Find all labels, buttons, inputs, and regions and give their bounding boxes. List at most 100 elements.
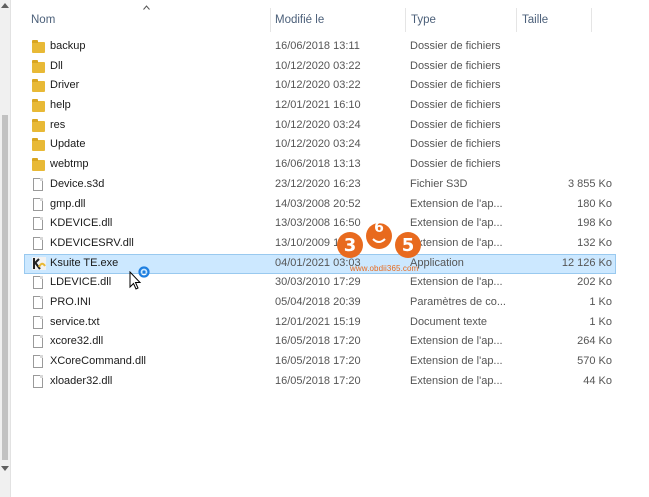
file-name[interactable]: PRO.INI xyxy=(50,293,91,312)
file-icon xyxy=(33,295,43,309)
file-modified: 14/03/2008 20:52 xyxy=(275,197,361,210)
file-icon xyxy=(33,355,43,368)
column-separator[interactable] xyxy=(405,8,406,32)
file-name[interactable]: Device.s3d xyxy=(50,175,104,194)
file-icon xyxy=(33,315,43,329)
file-name[interactable]: backup xyxy=(50,37,85,56)
file-row[interactable]: gmp.dll 14/03/2008 20:52 Extension de l'ap… xyxy=(24,195,616,215)
file-type-icon xyxy=(32,354,46,368)
file-type: Fichier S3D xyxy=(410,177,468,190)
file-row[interactable]: KDEVICE.dll 13/03/2008 16:50 Extension de … xyxy=(24,214,616,234)
file-type-icon xyxy=(32,216,46,231)
file-type: Extension de l'ap... xyxy=(410,374,503,387)
file-name[interactable]: Ksuite TE.exe xyxy=(50,254,118,273)
file-type: Extension de l'ap... xyxy=(410,335,503,348)
file-row[interactable]: xloader32.dll 16/05/2018 17:20 Extension d… xyxy=(24,372,616,392)
file-name[interactable]: service.txt xyxy=(50,313,100,332)
file-modified: 16/06/2018 13:11 xyxy=(275,40,360,52)
file-row[interactable]: xcore32.dll 16/05/2018 17:20 Extension de … xyxy=(24,332,616,352)
file-name[interactable]: gmp.dll xyxy=(50,195,85,214)
file-modified: 10/12/2020 03:22 xyxy=(275,79,361,92)
file-row[interactable]: help 12/01/2021 16:10 Dossier de fichiers xyxy=(24,96,616,116)
folder-icon xyxy=(32,99,45,113)
file-modified: 30/03/2010 17:29 xyxy=(275,276,361,289)
file-name[interactable]: help xyxy=(50,96,71,115)
scrollbar-thumb[interactable] xyxy=(2,115,8,460)
file-name[interactable]: webtmp xyxy=(50,155,89,174)
file-type: Dossier de fichiers xyxy=(410,40,501,52)
folder-icon xyxy=(32,59,45,73)
file-type: Extension de l'ap... xyxy=(410,197,503,210)
file-icon xyxy=(33,177,43,191)
scroll-up-icon[interactable] xyxy=(1,3,9,8)
file-name[interactable]: XCoreCommand.dll xyxy=(50,352,146,371)
file-row[interactable]: Update 10/12/2020 03:24 Dossier de fichier… xyxy=(24,135,616,155)
file-modified: 16/06/2018 13:13 xyxy=(275,158,361,171)
watermark-digit: 6 xyxy=(374,220,384,236)
column-separator[interactable] xyxy=(270,8,271,32)
file-name[interactable]: KDEVICE.dll xyxy=(50,214,112,233)
file-row[interactable]: Device.s3d 23/12/2020 16:23 Fichier S3D 3 8… xyxy=(24,175,616,195)
file-modified: 10/12/2020 03:24 xyxy=(275,118,361,131)
column-modified[interactable]: Modifié le xyxy=(275,8,324,32)
column-separator[interactable] xyxy=(591,8,592,32)
file-row[interactable]: KDEVICESRV.dll 13/10/2009 1 Extension de l… xyxy=(24,234,616,254)
file-size: 44 Ko xyxy=(583,374,612,387)
file-type-icon xyxy=(32,177,46,191)
file-row[interactable]: Driver 10/12/2020 03:22 Dossier de fichier… xyxy=(24,76,616,96)
column-separator[interactable] xyxy=(516,8,517,32)
file-type: Dossier de fichiers xyxy=(410,158,501,171)
file-row[interactable]: webtmp 16/06/2018 13:13 Dossier de fichier… xyxy=(24,155,616,175)
file-type: Dossier de fichiers xyxy=(410,138,501,151)
scroll-down-icon[interactable] xyxy=(1,466,9,471)
file-row[interactable]: XCoreCommand.dll 16/05/2018 17:20 Extensio… xyxy=(24,352,616,372)
folder-icon xyxy=(32,158,45,172)
watermark-url: www.obdii365.com xyxy=(350,264,419,273)
file-size: 264 Ko xyxy=(577,335,612,348)
file-size: 12 126 Ko xyxy=(561,256,612,269)
file-name[interactable]: res xyxy=(50,116,65,135)
file-name[interactable]: LDEVICE.dll xyxy=(50,273,111,292)
file-icon xyxy=(33,276,43,290)
file-modified: 12/01/2021 16:10 xyxy=(275,99,361,112)
file-type-icon xyxy=(32,334,46,349)
file-modified: 05/04/2018 20:39 xyxy=(275,295,361,308)
column-type[interactable]: Type xyxy=(411,8,436,32)
file-modified: 23/12/2020 16:23 xyxy=(275,177,361,190)
file-row[interactable]: res 10/12/2020 03:24 Dossier de fichiers xyxy=(24,116,616,136)
file-modified: 13/10/2009 1 xyxy=(275,236,340,249)
file-row[interactable]: service.txt 12/01/2021 15:19 Document text… xyxy=(24,313,616,333)
column-name[interactable]: Nom xyxy=(31,8,55,32)
file-list: backup 16/06/2018 13:11 Dossier de fichier… xyxy=(24,37,616,391)
file-row[interactable]: Ksuite TE.exe 04/01/2021 03:03 Application… xyxy=(24,253,616,274)
busy-spinner-icon xyxy=(138,266,150,278)
folder-icon xyxy=(32,40,45,53)
file-type: Dossier de fichiers xyxy=(410,118,501,131)
column-size[interactable]: Taille xyxy=(522,8,548,32)
file-row[interactable]: LDEVICE.dll 30/03/2010 17:29 Extension de … xyxy=(24,273,616,293)
file-name[interactable]: xcore32.dll xyxy=(50,332,103,351)
file-modified: 12/01/2021 15:19 xyxy=(275,315,361,328)
file-modified: 10/12/2020 03:22 xyxy=(275,59,361,72)
file-name[interactable]: KDEVICESRV.dll xyxy=(50,234,134,253)
file-name[interactable]: Update xyxy=(50,135,85,154)
file-type-icon xyxy=(32,275,46,290)
vertical-scrollbar[interactable] xyxy=(0,0,11,497)
file-type-icon xyxy=(32,39,46,53)
file-type-icon xyxy=(32,256,46,270)
file-icon xyxy=(33,197,43,211)
file-type-icon xyxy=(32,118,46,132)
file-size: 180 Ko xyxy=(577,197,612,210)
file-name[interactable]: Dll xyxy=(50,57,63,76)
file-row[interactable]: PRO.INI 05/04/2018 20:39 Paramètres de co.… xyxy=(24,293,616,313)
file-name[interactable]: xloader32.dll xyxy=(50,372,112,391)
file-type: Paramètres de co... xyxy=(410,295,506,308)
file-name[interactable]: Driver xyxy=(50,76,79,95)
file-type-icon xyxy=(32,157,46,172)
file-size: 570 Ko xyxy=(577,355,612,367)
file-modified: 16/05/2018 17:20 xyxy=(275,355,361,367)
file-row[interactable]: backup 16/06/2018 13:11 Dossier de fichier… xyxy=(24,37,616,57)
file-type-icon xyxy=(32,295,46,309)
file-row[interactable]: Dll 10/12/2020 03:22 Dossier de fichiers xyxy=(24,57,616,77)
watermark-digit: 5 xyxy=(402,235,415,256)
